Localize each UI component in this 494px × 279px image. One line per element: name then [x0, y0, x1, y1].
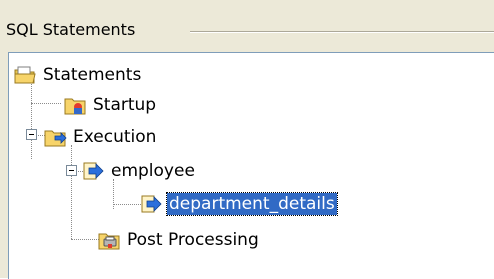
- startup-folder-icon: [64, 98, 86, 115]
- group-divider: [190, 31, 494, 33]
- folder-open-icon: [14, 66, 36, 84]
- execution-collapse-toggle[interactable]: [26, 129, 37, 140]
- statement-arrow-icon: [83, 162, 104, 180]
- tree-node-label-selected: department_details: [166, 192, 338, 216]
- tree-line: [71, 239, 99, 240]
- post-processing-folder-icon: [98, 233, 120, 250]
- tree-node-startup[interactable]: Startup: [63, 93, 158, 117]
- tree-node-label: Post Processing: [127, 230, 259, 250]
- tree-node-statements[interactable]: Statements: [13, 63, 143, 87]
- employee-collapse-toggle[interactable]: [66, 165, 77, 176]
- tree-node-employee[interactable]: employee: [81, 159, 197, 183]
- tree-node-label: Execution: [73, 127, 157, 147]
- tree-node-label: employee: [111, 161, 195, 181]
- tree-node-label: Startup: [93, 95, 157, 115]
- tree-node-department-details[interactable]: department_details: [139, 192, 338, 216]
- execution-folder-icon: [44, 130, 67, 147]
- tree-node-execution[interactable]: Execution: [43, 125, 158, 149]
- statement-arrow-icon: [141, 195, 162, 213]
- tree-node-label: Statements: [43, 65, 142, 85]
- statements-tree[interactable]: Statements Startup Execution employee de…: [8, 52, 494, 279]
- tree-line: [71, 145, 72, 239]
- tree-node-post-processing[interactable]: Post Processing: [97, 228, 261, 252]
- tree-line: [31, 75, 32, 159]
- tree-line: [31, 103, 61, 104]
- sql-statements-panel: SQL Statements Statements Startup Execut…: [0, 0, 494, 279]
- panel-title: SQL Statements: [6, 20, 140, 39]
